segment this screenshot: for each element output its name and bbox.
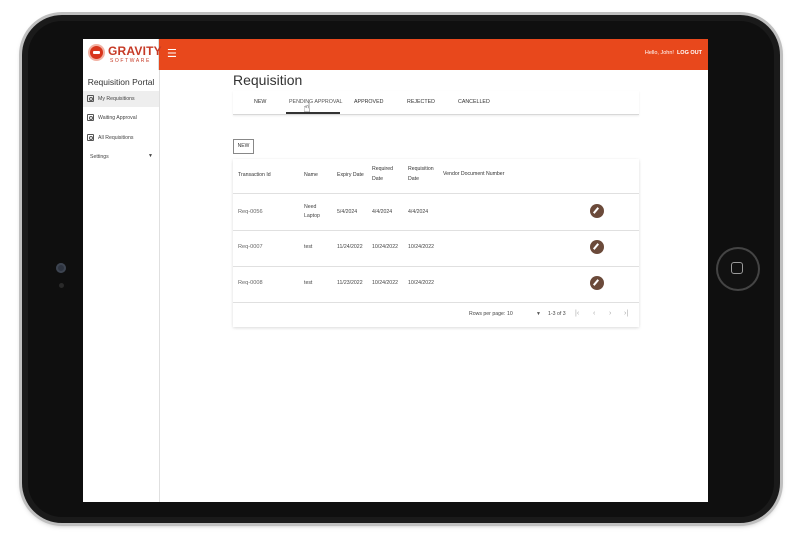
new-requisition-button[interactable]: NEW xyxy=(233,139,254,154)
requisition-icon xyxy=(87,95,94,102)
sidebar-item-label: Settings xyxy=(90,154,109,160)
greeting-text: Hello, John! xyxy=(644,50,674,56)
portal-title: Requisition Portal xyxy=(87,77,155,87)
top-bar: GRAVITY SOFTWARE ☰ Hello, John! LOG OUT xyxy=(83,39,708,70)
user-greeting: Hello, John! LOG OUT xyxy=(645,50,702,57)
logo-title: GRAVITY xyxy=(108,44,162,58)
edit-button[interactable] xyxy=(590,276,604,290)
home-button[interactable] xyxy=(718,249,758,289)
header-vendor-document-number[interactable]: Vendor Document Number xyxy=(443,169,504,179)
sensor-dot xyxy=(59,283,64,288)
logo-icon xyxy=(88,44,105,61)
home-square-icon xyxy=(731,262,743,274)
edit-button[interactable] xyxy=(590,240,604,254)
pencil-icon xyxy=(592,279,600,286)
sidebar-item-all-requisitions[interactable]: All Requisitions xyxy=(83,130,159,146)
chevron-down-icon[interactable]: ▼ xyxy=(536,311,541,317)
page-range: 1-3 of 3 xyxy=(548,311,566,317)
cell-requisition-date: 4/4/2024 xyxy=(408,209,429,215)
requisition-table: Transaction Id Name Expiry Date Required… xyxy=(233,159,639,327)
rows-per-page-label: Rows per page: xyxy=(469,311,506,317)
tab-pending-approval[interactable]: PENDING APPROVAL xyxy=(289,99,342,105)
prev-page-icon[interactable]: ‹ xyxy=(593,309,595,318)
first-page-icon[interactable]: |‹ xyxy=(575,309,579,318)
camera-icon xyxy=(56,263,66,273)
tab-approved[interactable]: APPROVED xyxy=(354,99,383,105)
logo-subtitle: SOFTWARE xyxy=(110,58,151,64)
sidebar-item-label: Waiting Approval xyxy=(98,115,137,121)
active-tab-indicator xyxy=(286,112,340,114)
header-required-date[interactable]: Required Date xyxy=(372,164,393,184)
cell-requisition-date: 10/24/2022 xyxy=(408,280,434,286)
cell-name-line2: Laptop xyxy=(304,213,320,219)
cell-expiry-date: 5/4/2024 xyxy=(337,209,358,215)
logout-link[interactable]: LOG OUT xyxy=(677,50,702,56)
header-required-line2: Date xyxy=(372,176,383,182)
logo[interactable]: GRAVITY SOFTWARE xyxy=(83,39,162,70)
chevron-down-icon: ▼ xyxy=(148,153,153,159)
sidebar-item-settings[interactable]: Settings ▼ xyxy=(83,149,159,165)
sidebar-item-waiting-approval[interactable]: Waiting Approval xyxy=(83,110,159,126)
header-requisition-line2: Date xyxy=(408,176,419,182)
hamburger-icon[interactable]: ☰ xyxy=(167,48,177,60)
header-requisition-line1: Requisition xyxy=(408,166,434,172)
cell-expiry-date: 11/24/2022 xyxy=(337,244,363,250)
page-title: Requisition xyxy=(233,72,303,88)
edit-button[interactable] xyxy=(590,204,604,218)
sidebar-item-label: My Requisitions xyxy=(98,96,135,102)
requisition-icon xyxy=(87,114,94,121)
sidebar: Requisition Portal My Requisitions Waiti… xyxy=(83,70,160,502)
sidebar-item-my-requisitions[interactable]: My Requisitions xyxy=(83,91,159,107)
pencil-icon xyxy=(592,243,600,250)
cell-expiry-date: 11/23/2022 xyxy=(337,280,363,286)
cell-transaction-id: Req-0008 xyxy=(238,280,263,286)
cell-transaction-id: Req-0056 xyxy=(238,209,263,215)
sidebar-item-label: All Requisitions xyxy=(98,135,134,141)
cell-name: Need Laptop xyxy=(304,203,320,221)
pencil-icon xyxy=(592,207,600,214)
table-row[interactable]: Req-0007 test 11/24/2022 10/24/2022 10/2… xyxy=(233,230,639,267)
tab-cancelled[interactable]: CANCELLED xyxy=(458,99,490,105)
cell-required-date: 4/4/2024 xyxy=(372,209,393,215)
table-pagination: Rows per page: 10 ▼ 1-3 of 3 |‹ ‹ › ›| xyxy=(233,303,639,327)
header-transaction-id[interactable]: Transaction Id xyxy=(238,170,271,180)
cell-transaction-id: Req-0007 xyxy=(238,244,263,250)
header-requisition-date[interactable]: Requisition Date xyxy=(408,164,434,184)
cell-name-line1: Need xyxy=(304,204,317,210)
cell-required-date: 10/24/2022 xyxy=(372,280,398,286)
status-tabs: NEW PENDING APPROVAL APPROVED REJECTED C… xyxy=(233,91,639,115)
cell-requisition-date: 10/24/2022 xyxy=(408,244,434,250)
table-row[interactable]: Req-0056 Need Laptop 5/4/2024 4/4/2024 4… xyxy=(233,194,639,231)
app-screen: GRAVITY SOFTWARE ☰ Hello, John! LOG OUT R… xyxy=(83,39,708,502)
header-required-line1: Required xyxy=(372,166,394,172)
cell-required-date: 10/24/2022 xyxy=(372,244,398,250)
tab-new[interactable]: NEW xyxy=(254,99,266,105)
cell-name: test xyxy=(304,280,313,286)
last-page-icon[interactable]: ›| xyxy=(624,309,628,318)
table-row[interactable]: Req-0008 test 11/23/2022 10/24/2022 10/2… xyxy=(233,266,639,303)
requisition-icon xyxy=(87,134,94,141)
rows-per-page-select[interactable]: 10 xyxy=(507,311,513,318)
next-page-icon[interactable]: › xyxy=(609,309,611,318)
cell-name: test xyxy=(304,244,313,250)
header-name[interactable]: Name xyxy=(304,170,318,180)
header-expiry-date[interactable]: Expiry Date xyxy=(337,170,364,180)
tab-rejected[interactable]: REJECTED xyxy=(407,99,435,105)
hand-cursor-icon: ☝ xyxy=(303,100,311,115)
